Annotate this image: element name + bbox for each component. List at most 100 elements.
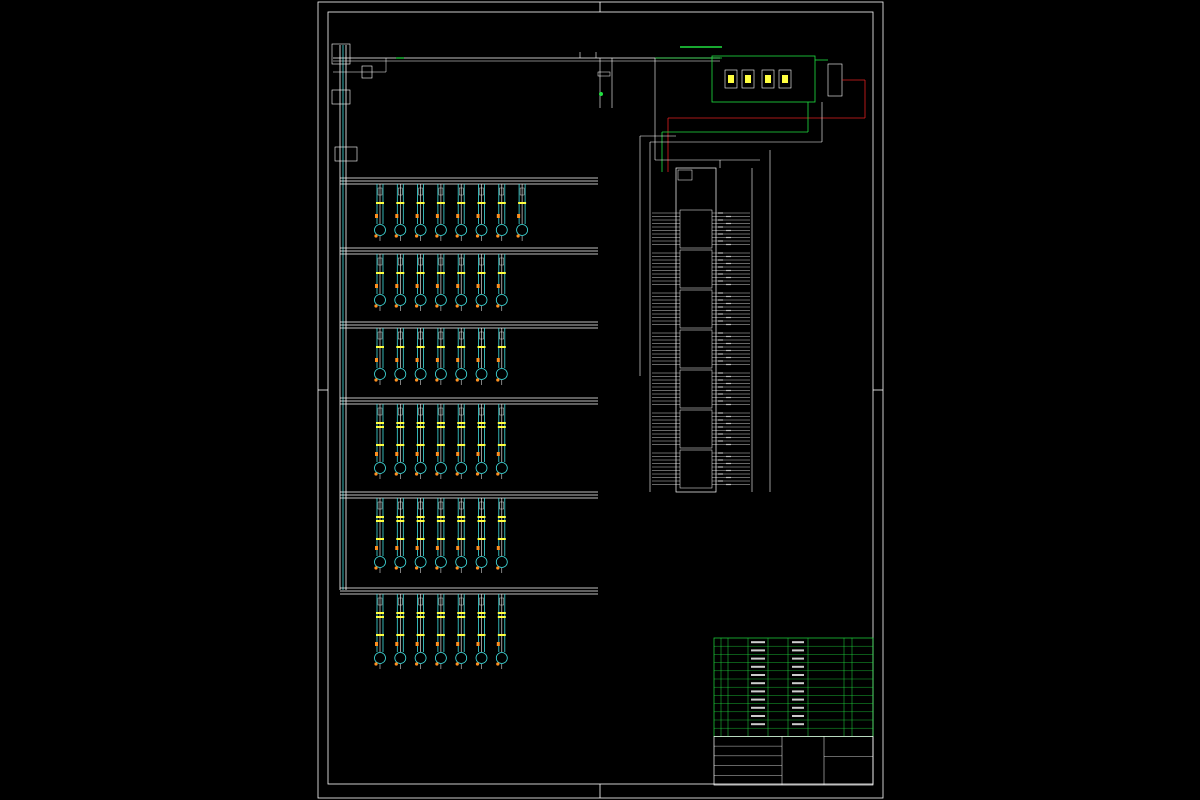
terminal-label	[718, 259, 723, 261]
terminal-label	[718, 480, 723, 482]
contactor	[376, 612, 384, 614]
contactor	[416, 422, 425, 424]
motor-terminal	[374, 566, 378, 570]
thermal-relay	[375, 642, 378, 646]
parts-list-entry	[751, 674, 765, 676]
terminal-label	[726, 349, 731, 352]
contactor	[497, 422, 506, 424]
terminal-label	[726, 269, 731, 272]
terminal-label	[718, 386, 723, 388]
thermal-relay	[456, 358, 460, 362]
parts-list-entry	[751, 665, 765, 668]
parts-list-entry	[792, 690, 804, 693]
contactor	[396, 422, 405, 424]
thermal-relay	[435, 452, 439, 456]
contactor	[457, 612, 466, 614]
motor-terminal	[394, 662, 398, 666]
terminal-label	[726, 403, 731, 406]
contactor	[396, 538, 405, 540]
thermal-relay	[456, 284, 460, 288]
contactor	[477, 422, 486, 424]
terminal-label	[718, 372, 723, 374]
parts-list-entry	[751, 649, 765, 652]
terminal-label	[718, 252, 723, 254]
contactor	[396, 612, 405, 614]
thermal-relay	[395, 284, 399, 288]
motor-terminal	[415, 378, 419, 382]
terminal-label	[718, 313, 723, 315]
terminal-label	[718, 233, 723, 235]
contactor	[396, 616, 405, 618]
contactor	[416, 538, 425, 540]
contactor	[477, 612, 486, 614]
thermal-relay	[395, 358, 399, 362]
motor-terminal	[394, 304, 398, 308]
drawing-background	[0, 0, 1200, 800]
contactor	[436, 444, 445, 446]
contactor	[497, 346, 506, 348]
thermal-relay	[375, 214, 378, 218]
terminal-label	[726, 215, 731, 218]
contactor	[457, 538, 466, 540]
terminal-label	[718, 273, 723, 275]
contactor	[497, 426, 506, 428]
contactor	[396, 346, 405, 348]
contactor	[416, 616, 425, 618]
contactor	[477, 444, 486, 446]
terminal-label	[718, 299, 723, 301]
motor-terminal	[475, 662, 480, 666]
terminal-label	[718, 426, 723, 428]
thermal-relay	[395, 214, 399, 218]
terminal-label	[726, 429, 731, 432]
thermal-relay	[456, 452, 460, 456]
contactor	[376, 422, 384, 424]
contactor	[396, 202, 405, 204]
thermal-relay	[476, 214, 480, 218]
terminal-label	[726, 283, 731, 286]
contactor	[457, 516, 466, 518]
terminal-label	[726, 356, 731, 359]
motor-terminal	[374, 378, 378, 382]
contactor	[457, 202, 466, 204]
terminal-label	[726, 443, 731, 446]
contactor	[416, 426, 425, 428]
parts-list-entry	[751, 723, 765, 726]
thermal-relay	[476, 642, 480, 646]
contactor	[477, 634, 486, 636]
contactor	[477, 520, 486, 522]
contactor	[457, 444, 466, 446]
contactor	[396, 426, 405, 428]
contactor	[416, 612, 425, 614]
terminal-label	[718, 440, 723, 442]
thermal-relay	[476, 452, 480, 456]
parts-list-entry	[792, 657, 804, 660]
terminal-label	[718, 412, 723, 414]
motor-terminal	[374, 234, 378, 238]
parts-list-entry	[792, 665, 804, 668]
contactor	[497, 612, 506, 614]
terminal-label	[726, 262, 731, 265]
motor-terminal	[435, 378, 439, 382]
motor-terminal	[496, 472, 500, 476]
thermal-relay	[476, 284, 480, 288]
terminal-label	[726, 243, 731, 246]
thermal-relay	[476, 546, 480, 550]
thermal-relay	[496, 452, 500, 456]
contactor	[436, 634, 445, 636]
terminal-label	[718, 332, 723, 334]
terminal-label	[718, 240, 723, 242]
parts-list-entry	[751, 641, 765, 644]
terminal-label	[718, 459, 723, 461]
thermal-relay	[496, 358, 500, 362]
contactor	[518, 202, 527, 204]
motor-terminal	[374, 304, 378, 308]
thermal-relay	[496, 642, 500, 646]
contactor	[457, 422, 466, 424]
contactor	[497, 538, 506, 540]
contactor	[497, 444, 506, 446]
terminal-label	[718, 226, 723, 228]
contactor	[457, 346, 466, 348]
contactor	[416, 272, 425, 274]
terminal-label	[718, 466, 723, 468]
terminal-label	[726, 323, 731, 326]
